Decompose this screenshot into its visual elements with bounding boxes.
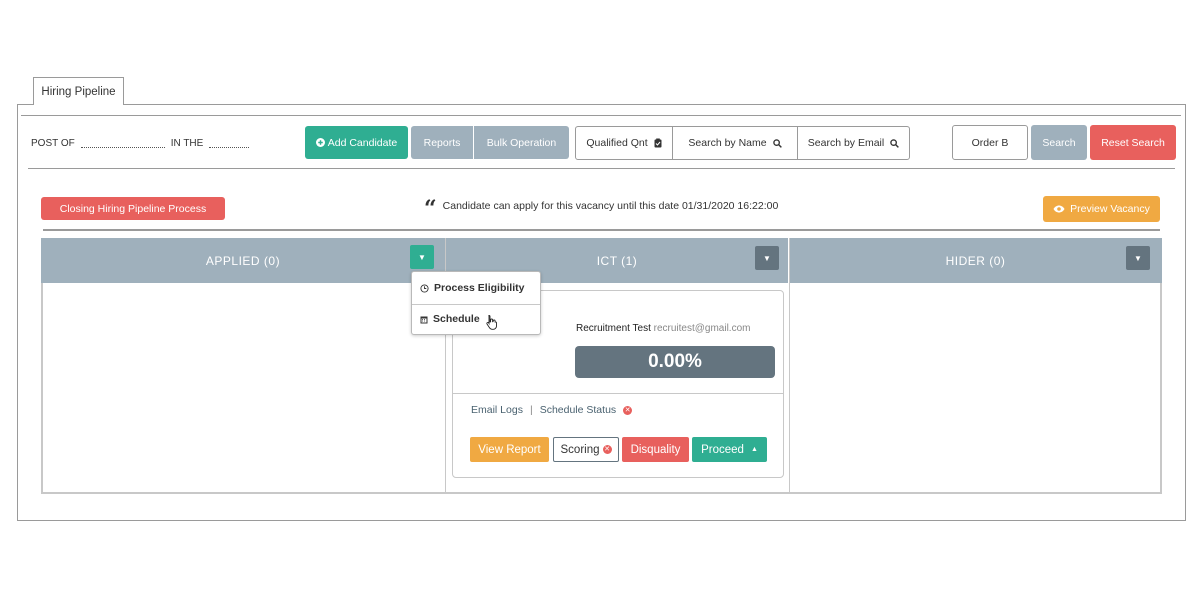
search-by-email-label: Search by Email <box>807 137 885 149</box>
vacancy-deadline-text: Candidate can apply for this vacancy unt… <box>442 200 779 212</box>
candidate-identity: Recruitment Test recruitest@gmail.com <box>576 323 750 334</box>
schedule-label: Schedule <box>433 313 480 325</box>
caret-down-icon: ▼ <box>763 253 771 263</box>
search-button[interactable]: Search <box>1031 125 1087 160</box>
proceed-button[interactable]: Proceed ▲ <box>692 437 767 462</box>
scoring-button[interactable]: Scoring ✕ <box>553 437 619 462</box>
bulk-operation-button[interactable]: Bulk Operation <box>474 126 569 159</box>
reports-button[interactable]: Reports <box>411 126 473 159</box>
column-divider <box>789 238 790 493</box>
candidate-score: 0.00% <box>575 346 775 378</box>
menu-divider <box>412 304 540 305</box>
card-divider <box>453 393 783 394</box>
post-of-placeholder <box>80 140 165 148</box>
candidate-email: recruitest@gmail.com <box>653 323 751 334</box>
closing-hiring-pipeline-button[interactable]: Closing Hiring Pipeline Process <box>41 197 225 220</box>
search-by-name-label: Search by Name <box>688 137 767 149</box>
post-header: POST OF IN THE <box>31 138 255 149</box>
caret-down-icon: ▼ <box>418 252 426 262</box>
preview-vacancy-label: Preview Vacancy <box>1070 203 1150 215</box>
add-candidate-label: Add Candidate <box>327 136 398 149</box>
vacancy-deadline-notice: “ Candidate can apply for this vacancy u… <box>424 196 779 222</box>
scoring-label: Scoring <box>560 443 600 456</box>
search-icon <box>772 138 782 148</box>
tab-hiring-pipeline[interactable]: Hiring Pipeline <box>33 77 124 105</box>
schedule-status-link[interactable]: Schedule Status <box>540 404 616 416</box>
candidate-links: Email Logs | Schedule Status ✕ <box>471 404 633 416</box>
caret-down-icon: ▼ <box>1134 253 1142 263</box>
in-the-placeholder <box>209 140 250 148</box>
link-separator: | <box>529 404 533 416</box>
column-header-hider: HIDER (0) <box>789 238 1162 283</box>
view-report-button[interactable]: View Report <box>470 437 549 462</box>
qualified-qnt-label: Qualified Qnt <box>586 137 648 149</box>
clipboard-check-icon <box>654 138 662 148</box>
hand-cursor-icon <box>486 315 497 330</box>
hider-column-dropdown-button[interactable]: ▼ <box>1126 246 1150 270</box>
ict-column-dropdown-button[interactable]: ▼ <box>755 246 779 270</box>
reset-search-button[interactable]: Reset Search <box>1090 125 1176 160</box>
preview-vacancy-button[interactable]: Preview Vacancy <box>1043 196 1160 222</box>
email-logs-link[interactable]: Email Logs <box>471 404 523 416</box>
search-filter-group: Qualified Qnt Search by Name Search by E… <box>575 126 910 160</box>
scoring-x-icon: ✕ <box>602 445 612 454</box>
banner-divider <box>43 229 1160 231</box>
panel-top-divider <box>21 115 1181 116</box>
in-the-label: IN THE <box>170 138 204 149</box>
disqualify-button[interactable]: Disquality <box>622 437 689 462</box>
eye-icon <box>1053 205 1065 213</box>
column-header-applied: APPLIED (0) <box>41 238 445 283</box>
search-icon <box>890 138 900 148</box>
search-by-email-input[interactable]: Search by Email <box>798 127 909 159</box>
calendar-icon <box>420 316 428 323</box>
applied-column-dropdown-button[interactable]: ▼ <box>410 245 434 269</box>
menu-item-schedule[interactable]: Schedule <box>420 313 480 325</box>
add-candidate-button[interactable]: Add Candidate <box>305 126 408 159</box>
proceed-label: Proceed <box>701 443 744 456</box>
post-of-label: POST OF <box>31 138 75 149</box>
quote-icon: “ <box>424 196 437 222</box>
applied-dropdown-menu: Process Eligibility Schedule <box>411 271 541 335</box>
clock-icon <box>420 283 429 293</box>
qualified-qnt-filter[interactable]: Qualified Qnt <box>576 127 673 159</box>
caret-up-icon: ▲ <box>750 446 758 453</box>
order-by-select[interactable]: Order B <box>952 125 1028 160</box>
toolbar-divider <box>28 168 1175 169</box>
search-by-name-input[interactable]: Search by Name <box>673 127 798 159</box>
process-eligibility-label: Process Eligibility <box>434 282 525 294</box>
plus-circle-icon <box>315 138 325 147</box>
menu-item-process-eligibility[interactable]: Process Eligibility <box>420 282 524 294</box>
status-x-icon: ✕ <box>623 405 633 415</box>
candidate-name: Recruitment Test <box>576 323 651 334</box>
